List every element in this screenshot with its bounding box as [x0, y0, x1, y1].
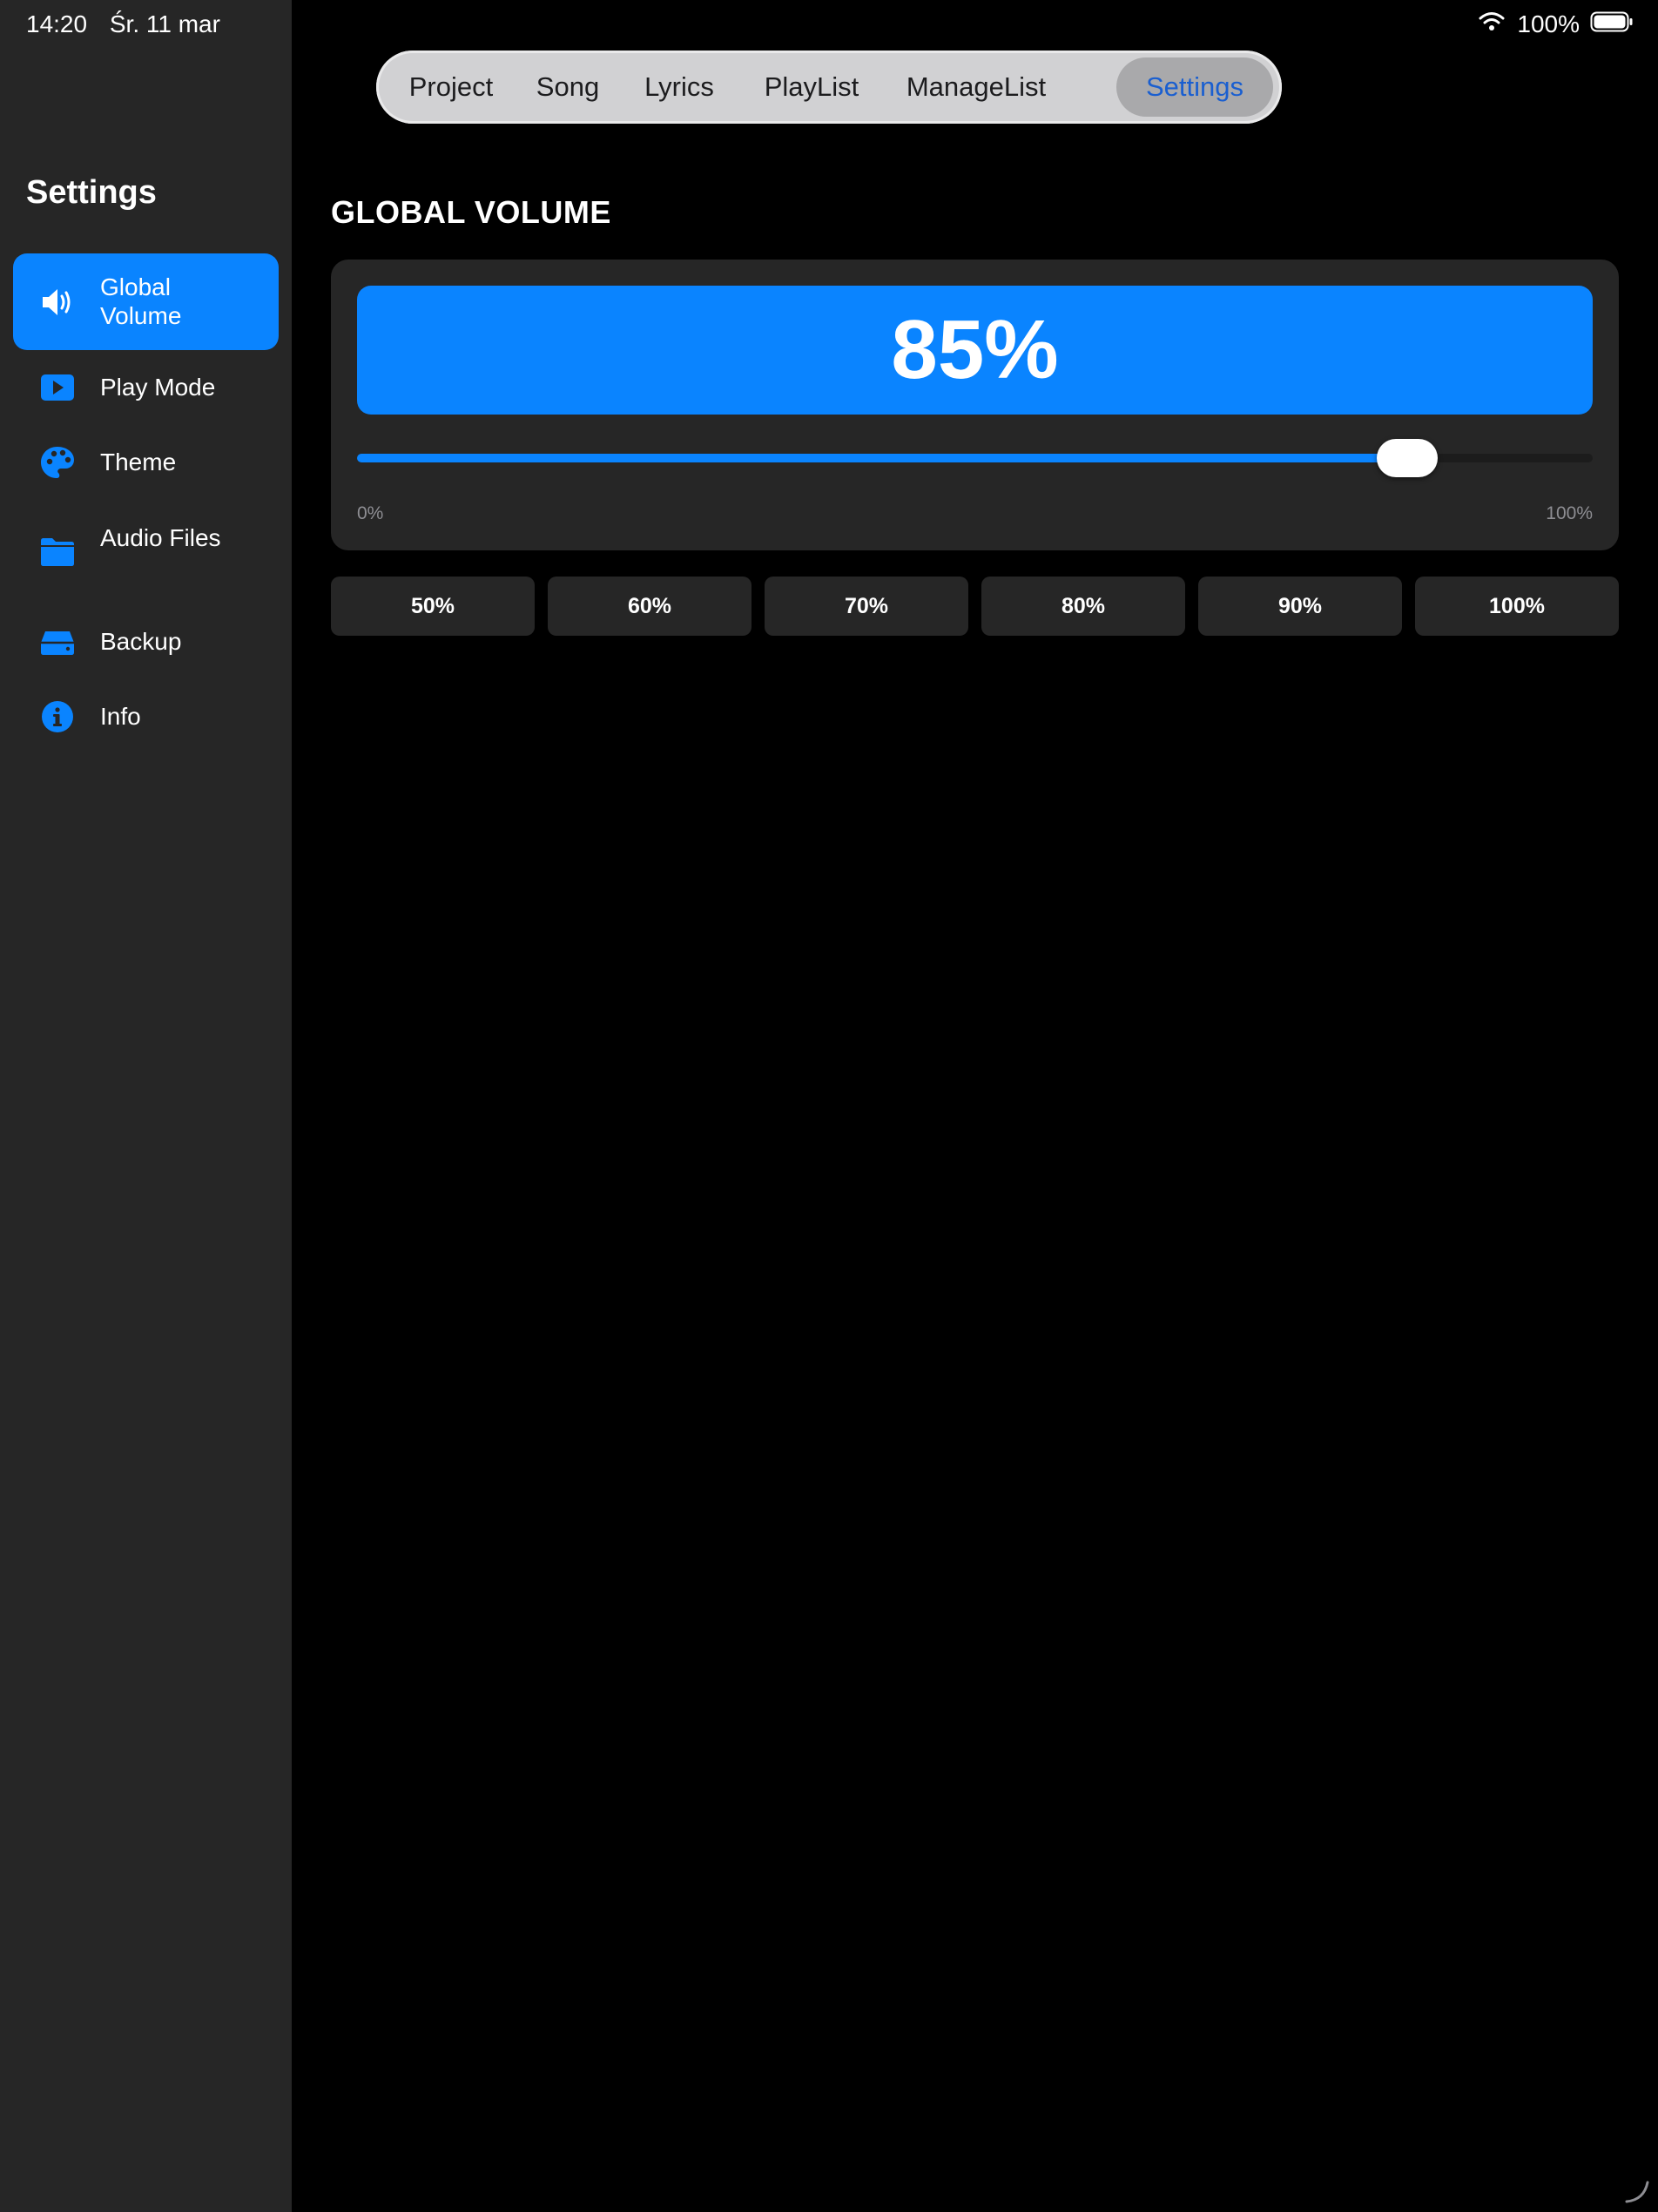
slider-min-label: 0% — [357, 503, 384, 523]
preset-80-button[interactable]: 80% — [981, 577, 1185, 636]
sidebar-item-label: Info — [100, 703, 141, 730]
volume-card: 85% 0% 100% — [331, 260, 1619, 550]
preset-50-button[interactable]: 50% — [331, 577, 535, 636]
status-date: Śr. 11 mar — [109, 10, 220, 37]
sidebar-item-label: Backup — [100, 628, 182, 655]
drive-icon — [39, 624, 76, 660]
sidebar-title: Settings — [26, 174, 157, 211]
resize-handle-icon[interactable] — [1623, 2177, 1649, 2203]
preset-60-button[interactable]: 60% — [548, 577, 751, 636]
section-title: GLOBAL VOLUME — [331, 194, 611, 230]
tab-lyrics[interactable]: Lyrics — [629, 57, 730, 117]
preset-100-button[interactable]: 100% — [1415, 577, 1619, 636]
battery-icon — [1590, 10, 1634, 38]
volume-value-display: 85% — [357, 286, 1593, 415]
info-icon — [39, 698, 76, 735]
wifi-icon — [1479, 10, 1505, 38]
sidebar-item-label: Theme — [100, 448, 177, 475]
preset-70-button[interactable]: 70% — [765, 577, 968, 636]
sidebar-item-global-volume[interactable]: Global Volume — [13, 253, 279, 350]
preset-90-button[interactable]: 90% — [1198, 577, 1402, 636]
sidebar-item-audio-files[interactable]: Audio Files — [13, 500, 279, 604]
sidebar-item-theme[interactable]: Theme — [13, 425, 279, 500]
tab-managelist[interactable]: ManageList — [893, 57, 1059, 117]
slider-fill — [357, 454, 1408, 462]
tab-settings[interactable]: Settings — [1116, 57, 1273, 117]
play-icon — [39, 369, 76, 406]
volume-presets: 50% 60% 70% 80% 90% 100% — [331, 577, 1619, 636]
palette-icon — [39, 444, 76, 481]
sidebar: 14:20 Śr. 11 mar Settings Global Volume — [0, 0, 292, 2212]
sidebar-item-label: Audio Files — [100, 524, 221, 551]
app-window: 14:20 Śr. 11 mar Settings Global Volume — [0, 0, 1658, 2212]
status-time: 14:20 — [26, 10, 88, 37]
sidebar-item-play-mode[interactable]: Play Mode — [13, 350, 279, 425]
tab-bar: Project Song Lyrics PlayList ManageList … — [376, 51, 1282, 124]
sidebar-item-info[interactable]: Info — [13, 679, 279, 754]
tab-playlist[interactable]: PlayList — [747, 57, 876, 117]
status-bar-left: 14:20 Śr. 11 mar — [26, 10, 220, 38]
folder-icon — [39, 534, 76, 570]
sidebar-item-label: Play Mode — [100, 374, 216, 401]
speaker-icon — [39, 284, 76, 320]
slider-thumb[interactable] — [1377, 439, 1439, 477]
battery-percent: 100% — [1517, 10, 1580, 37]
sidebar-item-backup[interactable]: Backup — [13, 604, 279, 679]
slider-max-label: 100% — [1546, 503, 1593, 523]
tab-project[interactable]: Project — [395, 57, 507, 117]
volume-slider[interactable] — [357, 437, 1593, 479]
sidebar-item-label: Global Volume — [100, 273, 182, 329]
status-bar-right: 100% — [1479, 10, 1634, 38]
tab-song[interactable]: Song — [524, 57, 611, 117]
